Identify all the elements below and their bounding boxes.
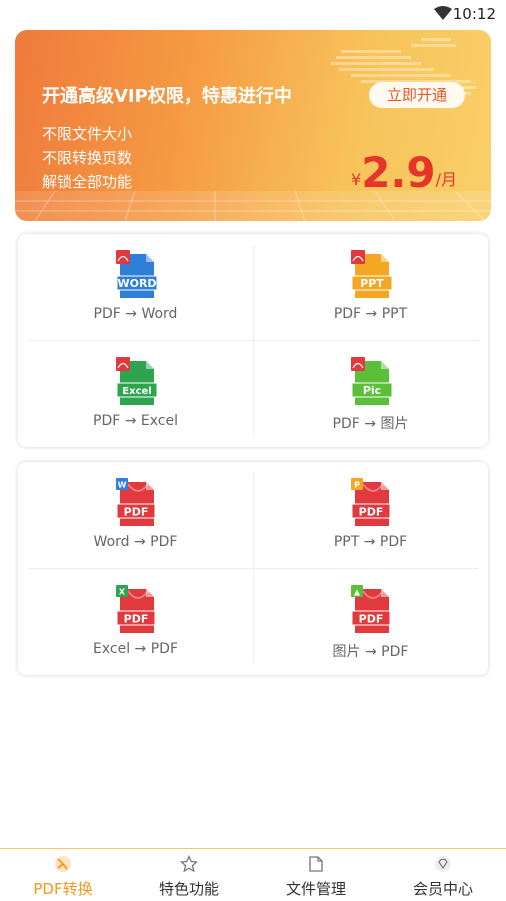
price-display: ¥2.9/月: [351, 148, 457, 197]
pdf-to-excel-icon: Excel: [116, 357, 158, 405]
file-type-badge: Excel: [122, 386, 151, 397]
tab-label: 特色功能: [158, 880, 219, 898]
tool-label: 图片 → PDF: [332, 644, 409, 660]
banner-features: 不限文件大小 不限转换页数 解锁全部功能: [42, 122, 132, 194]
star-icon: [180, 855, 198, 873]
wifi-icon: [434, 6, 452, 20]
ppt-to-pdf-icon: P PDF: [351, 478, 391, 526]
tool-label: PDF → 图片: [332, 416, 409, 432]
pdf-to-word-icon: WORD: [116, 250, 158, 298]
price-unit: /月: [435, 170, 457, 189]
ppt-to-pdf-button[interactable]: P PDF PPT → PDF: [253, 462, 488, 568]
price-value: 2.9: [361, 148, 436, 197]
tab-label: PDF转换: [33, 880, 93, 898]
pdf-to-image-button[interactable]: Pic PDF → 图片: [253, 341, 488, 447]
status-time: 10:12: [452, 5, 496, 23]
open-vip-button[interactable]: 立即开通: [369, 82, 465, 108]
pdf-badge: PDF: [124, 613, 149, 626]
feature-item: 不限文件大小: [42, 125, 133, 143]
excel-to-pdf-button[interactable]: X PDF Excel → PDF: [18, 569, 253, 675]
image-to-pdf-button[interactable]: ▲ PDF 图片 → PDF: [253, 569, 488, 675]
pdf-badge: PDF: [359, 506, 384, 519]
banner-title: 开通高级VIP权限，特惠进行中: [42, 86, 292, 107]
tab-features[interactable]: 特色功能: [126, 849, 252, 901]
source-type-mark: P: [354, 481, 360, 490]
tool-label: PDF → Word: [93, 306, 178, 322]
tab-pdf-convert[interactable]: PDF转换: [0, 849, 126, 901]
to-pdf-card: W PDF Word → PDF P PDF PPT → PDF X PDF Excel →…: [18, 462, 488, 675]
file-type-badge: PPT: [360, 277, 384, 290]
tab-label: 文件管理: [285, 880, 346, 898]
feature-item: 不限转换页数: [42, 149, 133, 167]
tab-file-manager[interactable]: 文件管理: [253, 849, 379, 901]
tool-label: Excel → PDF: [93, 641, 178, 657]
word-to-pdf-icon: W PDF: [116, 478, 156, 526]
vip-banner[interactable]: 开通高级VIP权限，特惠进行中 立即开通 不限文件大小 不限转换页数 解锁全部功…: [15, 30, 491, 221]
source-type-mark: X: [119, 588, 126, 597]
pdf-to-excel-button[interactable]: Excel PDF → Excel: [18, 341, 253, 447]
status-bar: 10:12: [0, 0, 506, 28]
pdf-to-image-icon: Pic: [351, 357, 393, 405]
tool-label: PPT → PDF: [333, 534, 408, 550]
tab-member-center[interactable]: 会员中心: [380, 849, 506, 901]
pdf-badge: PDF: [359, 613, 384, 626]
pdf-to-ppt-icon: PPT: [351, 250, 393, 298]
from-pdf-card: WORD PDF → Word PPT PDF → PPT Excel PDF → E…: [18, 234, 488, 447]
price-currency: ¥: [351, 170, 362, 189]
tool-label: Word → PDF: [93, 534, 178, 550]
excel-to-pdf-icon: X PDF: [116, 585, 156, 633]
pdf-to-ppt-button[interactable]: PPT PDF → PPT: [253, 234, 488, 340]
pdf-to-word-button[interactable]: WORD PDF → Word: [18, 234, 253, 340]
image-to-pdf-icon: ▲ PDF: [351, 585, 391, 633]
tool-label: PDF → Excel: [93, 413, 178, 429]
source-type-mark: W: [118, 481, 127, 490]
source-type-mark: ▲: [354, 588, 361, 597]
diamond-icon: [435, 856, 451, 872]
word-to-pdf-button[interactable]: W PDF Word → PDF: [18, 462, 253, 568]
file-type-badge: Pic: [363, 384, 381, 397]
bottom-tab-bar: PDF转换 特色功能 文件管理 会员中心: [0, 848, 506, 901]
pdf-convert-icon: [55, 856, 71, 872]
folder-icon: [309, 856, 323, 872]
pdf-badge: PDF: [124, 506, 149, 519]
file-type-badge: WORD: [117, 277, 156, 290]
tool-label: PDF → PPT: [333, 306, 408, 322]
tab-label: 会员中心: [412, 880, 473, 898]
feature-item: 解锁全部功能: [42, 173, 133, 191]
